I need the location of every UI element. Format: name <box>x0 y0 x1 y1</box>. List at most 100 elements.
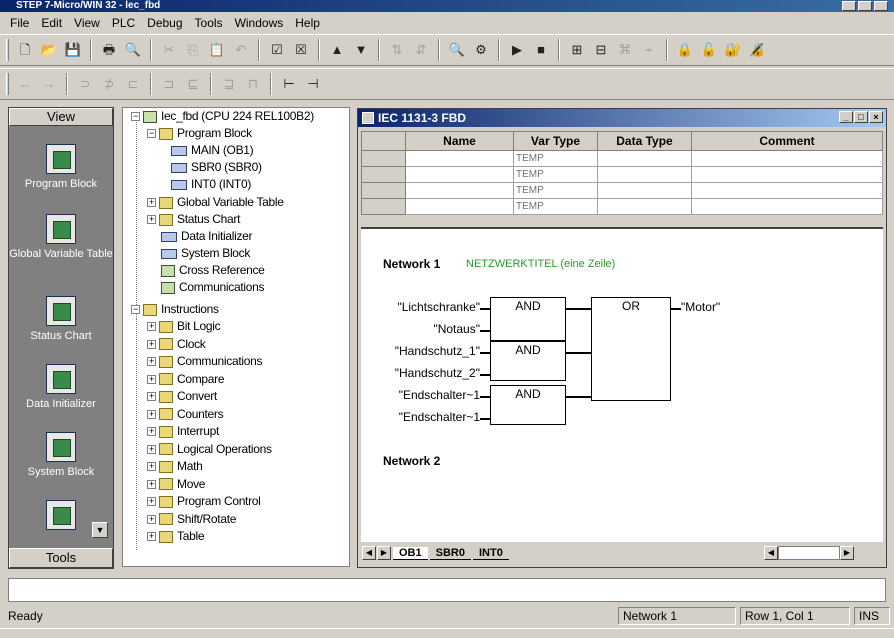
options-icon[interactable]: ⚙ <box>471 40 491 60</box>
expand-icon[interactable]: + <box>147 357 156 366</box>
nav-back-icon[interactable]: ← <box>15 74 35 94</box>
and-gate[interactable]: AND <box>490 297 566 341</box>
tree-instruction-item[interactable]: + Clock <box>147 336 206 353</box>
row-header[interactable] <box>361 198 406 215</box>
undo-icon[interactable]: ↶ <box>231 40 251 60</box>
cell-var-type[interactable]: TEMP <box>513 150 598 167</box>
expand-icon[interactable]: + <box>147 339 156 349</box>
tree-instruction-item[interactable]: + Table <box>147 528 205 545</box>
menu-edit[interactable]: Edit <box>35 12 68 34</box>
row-header[interactable] <box>361 166 406 183</box>
expand-icon[interactable]: + <box>147 215 156 224</box>
line-up-icon[interactable]: ⊐ <box>159 74 179 94</box>
viewbar-item-global-variable-table[interactable]: Global Variable Table <box>9 214 113 261</box>
paste-icon[interactable]: 📋 <box>207 40 227 60</box>
toolbar-grip[interactable] <box>6 73 9 95</box>
cell-name[interactable] <box>405 182 514 199</box>
view-bar-header[interactable]: View <box>9 108 113 126</box>
new-icon[interactable]: 🗋 <box>15 40 35 60</box>
save-icon[interactable]: 💾 <box>63 40 83 60</box>
table-row[interactable]: TEMP <box>361 150 883 167</box>
cell-name[interactable] <box>405 166 514 183</box>
print-preview-icon[interactable]: 🔍 <box>123 40 143 60</box>
tab-ob1[interactable]: OB1 <box>393 546 428 560</box>
cell-comment[interactable] <box>691 198 883 215</box>
or-gate[interactable]: OR <box>591 297 671 401</box>
tree-communications[interactable]: Communications <box>161 279 264 296</box>
network-1-title[interactable]: NETZWERKTITEL (eine Zeile) <box>466 258 615 270</box>
tree-instruction-item[interactable]: + Communications <box>147 353 262 370</box>
expand-icon[interactable]: + <box>147 374 156 384</box>
column-header-data-type[interactable]: Data Type <box>597 131 692 151</box>
expand-icon[interactable]: + <box>147 198 156 207</box>
insert-contact-icon[interactable]: ⊃ <box>75 74 95 94</box>
tab-next-icon[interactable]: ▶ <box>377 546 391 560</box>
insert-box-icon[interactable]: ⊏ <box>123 74 143 94</box>
cell-comment[interactable] <box>691 166 883 183</box>
compile-all-icon[interactable]: ☒ <box>291 40 311 60</box>
cut-icon[interactable]: ✂ <box>159 40 179 60</box>
table-row[interactable]: TEMP <box>361 182 883 199</box>
expand-icon[interactable]: + <box>147 322 156 331</box>
row-header[interactable] <box>361 150 406 167</box>
collapse-icon[interactable]: − <box>147 129 156 138</box>
tree-instruction-item[interactable]: + Bit Logic <box>147 318 221 335</box>
horizontal-scrollbar[interactable] <box>778 546 840 560</box>
tree-instruction-item[interactable]: + Convert <box>147 388 217 405</box>
tree-item-sbr0[interactable]: SBR0 (SBR0) <box>171 159 262 176</box>
sort-ascending-icon[interactable]: ⇅ <box>387 40 407 60</box>
read-forced-icon[interactable]: 🔏 <box>747 40 767 60</box>
expand-icon[interactable]: + <box>147 444 156 454</box>
open-icon[interactable]: 📂 <box>39 40 59 60</box>
tree-instruction-item[interactable]: + Logical Operations <box>147 441 272 458</box>
expand-icon[interactable]: + <box>147 479 156 489</box>
cell-data-type[interactable] <box>597 150 692 167</box>
tree-item-int0[interactable]: INT0 (INT0) <box>171 176 251 193</box>
menu-view[interactable]: View <box>68 12 106 34</box>
write-all-icon[interactable]: ⌁ <box>639 40 659 60</box>
program-status-icon[interactable]: ⊞ <box>567 40 587 60</box>
tree-cross-reference[interactable]: Cross Reference <box>161 262 265 279</box>
column-header-name[interactable]: Name <box>405 131 514 151</box>
viewbar-item-program-block[interactable]: Program Block <box>9 144 113 191</box>
scroll-left-icon[interactable]: ◀ <box>764 546 778 560</box>
cell-var-type[interactable]: TEMP <box>513 198 598 215</box>
editor-minimize-button[interactable]: _ <box>839 111 853 123</box>
line-left-icon[interactable]: ⊒ <box>219 74 239 94</box>
chart-status-icon[interactable]: ⊟ <box>591 40 611 60</box>
stop-icon[interactable]: ■ <box>531 40 551 60</box>
input-signal[interactable]: "Handschutz_2" <box>395 366 480 380</box>
tree-instruction-item[interactable]: + Interrupt <box>147 423 219 440</box>
expand-icon[interactable]: + <box>147 514 156 524</box>
column-header-comment[interactable]: Comment <box>691 131 883 151</box>
tree-data-initializer[interactable]: Data Initializer <box>161 228 253 245</box>
expand-icon[interactable]: + <box>147 462 156 471</box>
unforce-all-icon[interactable]: 🔐 <box>723 40 743 60</box>
cell-name[interactable] <box>405 198 514 215</box>
output-window[interactable] <box>8 578 886 602</box>
network-delete-icon[interactable]: ⊣ <box>303 74 323 94</box>
input-signal[interactable]: "Handschutz_1" <box>395 344 480 358</box>
row-header[interactable] <box>361 182 406 199</box>
tree-instructions[interactable]: − Instructions <box>131 301 219 318</box>
insert-coil-icon[interactable]: ⊅ <box>99 74 119 94</box>
compile-icon[interactable]: ☑ <box>267 40 287 60</box>
tree-instruction-item[interactable]: + Program Control <box>147 493 261 510</box>
upload-icon[interactable]: ▲ <box>327 40 347 60</box>
menu-debug[interactable]: Debug <box>141 12 188 34</box>
cell-comment[interactable] <box>691 182 883 199</box>
cell-comment[interactable] <box>691 150 883 167</box>
network-icon[interactable]: ⊢ <box>279 74 299 94</box>
output-signal[interactable]: "Motor" <box>681 300 720 314</box>
and-gate[interactable]: AND <box>490 385 566 425</box>
editor-maximize-button[interactable]: □ <box>854 111 868 123</box>
tree-status-chart[interactable]: + Status Chart <box>147 211 240 228</box>
expand-icon[interactable]: + <box>147 392 156 401</box>
tree-root[interactable]: − Iec_fbd (CPU 224 REL100B2) <box>131 108 314 125</box>
tree-program-block[interactable]: − Program Block <box>147 125 252 142</box>
tree-instruction-item[interactable]: + Compare <box>147 371 225 388</box>
tree-global-variable-table[interactable]: + Global Variable Table <box>147 194 284 211</box>
menu-windows[interactable]: Windows <box>229 12 290 34</box>
single-read-icon[interactable]: ⌘ <box>615 40 635 60</box>
maximize-button[interactable] <box>858 1 872 11</box>
